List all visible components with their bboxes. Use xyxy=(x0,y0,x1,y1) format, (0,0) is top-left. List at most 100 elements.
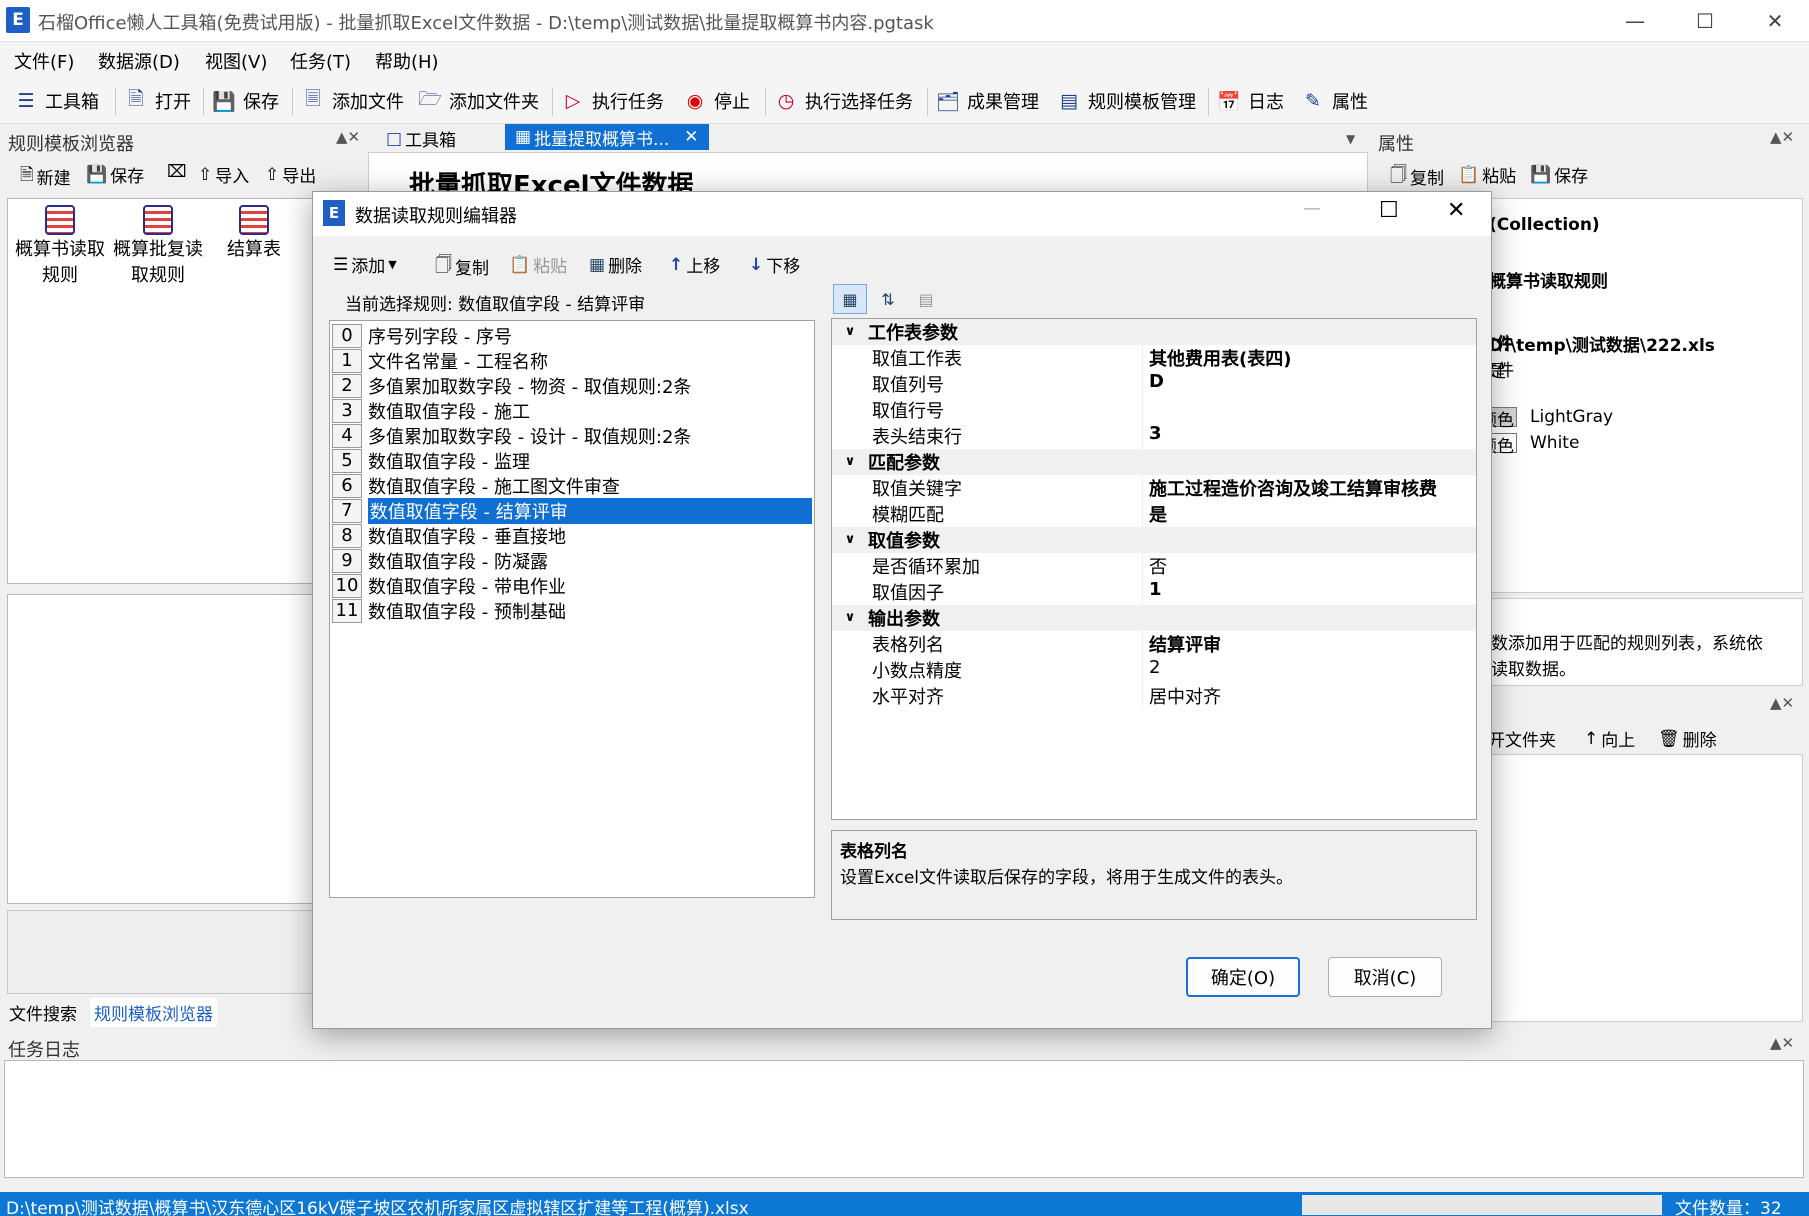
close-tab-icon[interactable]: ✕ xyxy=(684,127,698,147)
property-value[interactable]: 1 xyxy=(1142,579,1162,605)
cancel-button[interactable]: 取消(C) xyxy=(1328,957,1442,997)
list-item[interactable]: 4 多值累加取数字段 - 设计 - 取值规则:2条 xyxy=(332,423,812,448)
new-template-button[interactable]: 🗎 新建 xyxy=(20,162,71,191)
save-props-button[interactable]: 💾 保存 xyxy=(1530,162,1588,188)
add-rule-button[interactable]: ☰ 添加 ▼ xyxy=(333,252,397,278)
log-button[interactable]: 📅 日志 xyxy=(1215,84,1284,118)
maximize-button[interactable]: ☐ xyxy=(1670,0,1740,42)
copy-rule-button[interactable]: 🗍 复制 xyxy=(435,252,489,281)
delete-file-button[interactable]: 🗑 删除 xyxy=(1658,726,1717,752)
property-value[interactable]: 是 xyxy=(1142,501,1167,527)
list-item[interactable]: 8 数值取值字段 - 垂直接地 xyxy=(332,523,812,548)
property-row[interactable]: 小数点精度 2 xyxy=(832,657,1476,683)
open-button[interactable]: 🗎 打开 xyxy=(122,84,191,118)
property-value[interactable]: 2 xyxy=(1142,657,1160,683)
tab-batch-extract[interactable]: ▦ 批量提取概算书... ✕ xyxy=(505,124,709,150)
close-button[interactable]: ✕ xyxy=(1447,198,1465,223)
property-row[interactable]: 模糊匹配 是 xyxy=(832,501,1476,527)
property-value[interactable]: D xyxy=(1142,371,1164,397)
run-task-button[interactable]: ▷ 执行任务 xyxy=(559,84,664,118)
import-button[interactable]: ⇧ 导入 xyxy=(198,162,249,188)
pin-icon[interactable]: ▲✕ xyxy=(1770,694,1794,712)
paste-button[interactable]: 📋 粘贴 xyxy=(1458,162,1516,188)
stop-button[interactable]: ◉ 停止 xyxy=(681,84,750,118)
up-button[interactable]: ↑ 向上 xyxy=(1584,726,1635,752)
menu-view[interactable]: 视图(V) xyxy=(205,48,267,74)
property-category[interactable]: ∨ 匹配参数 xyxy=(832,449,1476,475)
property-category[interactable]: ∨ 工作表参数 xyxy=(832,319,1476,345)
property-row[interactable]: 取值关键字 施工过程造价咨询及竣工结算审核费 xyxy=(832,475,1476,501)
property-row[interactable]: 取值列号 D xyxy=(832,371,1476,397)
delete-template-icon[interactable]: ⌧ xyxy=(167,162,187,182)
pin-icon[interactable]: ▲✕ xyxy=(336,128,360,146)
property-value[interactable]: 结算评审 xyxy=(1142,631,1221,657)
add-file-button[interactable]: 🗏 添加文件 xyxy=(299,84,404,118)
save-button[interactable]: 💾 保存 xyxy=(210,84,279,118)
property-value[interactable]: 居中对齐 xyxy=(1142,683,1221,709)
list-item-selected[interactable]: 7 数值取值字段 - 结算评审 xyxy=(332,497,812,524)
copy-button[interactable]: 🗍 复制 xyxy=(1390,162,1444,191)
results-button[interactable]: 🗂 成果管理 xyxy=(934,84,1039,118)
list-item[interactable]: 1 文件名常量 - 工程名称 xyxy=(332,348,812,373)
move-up-button[interactable]: ↑ 上移 xyxy=(669,252,720,278)
menu-help[interactable]: 帮助(H) xyxy=(375,48,439,74)
property-row[interactable]: 取值工作表 其他费用表(表四) xyxy=(832,345,1476,371)
property-row[interactable]: 表格列名 结算评审 xyxy=(832,631,1476,657)
list-item[interactable]: 5 数值取值字段 - 监理 xyxy=(332,448,812,473)
tab-dropdown-icon[interactable]: ▼ xyxy=(1346,132,1355,146)
property-row[interactable]: 表头结束行 3 xyxy=(832,423,1476,449)
property-value[interactable] xyxy=(1142,397,1149,423)
export-button[interactable]: ⇧ 导出 xyxy=(265,162,316,188)
ok-button[interactable]: 确定(O) xyxy=(1186,957,1300,997)
tab-toolbox[interactable]: □ 工具箱 xyxy=(386,126,456,152)
tab-file-search[interactable]: 文件搜索 xyxy=(9,1000,77,1025)
list-item[interactable]: 0 序号列字段 - 序号 xyxy=(332,323,812,348)
run-selected-task-button[interactable]: ◷ 执行选择任务 xyxy=(772,84,913,118)
list-item[interactable]: 2 多值累加取数字段 - 物资 - 取值规则:2条 xyxy=(332,373,812,398)
template-manage-button[interactable]: ▤ 规则模板管理 xyxy=(1055,84,1196,118)
save-template-button[interactable]: 💾 保存 xyxy=(86,162,144,188)
property-category[interactable]: ∨ 输出参数 xyxy=(832,605,1476,631)
property-value[interactable]: 施工过程造价咨询及竣工结算审核费 xyxy=(1142,475,1437,501)
property-value[interactable]: 3 xyxy=(1142,423,1162,449)
menu-file[interactable]: 文件(F) xyxy=(14,48,74,74)
minimize-button[interactable]: — xyxy=(1303,198,1321,219)
chevron-down-icon[interactable]: ∨ xyxy=(832,605,868,631)
paste-rule-button[interactable]: 📋 粘贴 xyxy=(509,252,567,278)
open-folder-button[interactable]: 开文件夹 xyxy=(1488,726,1556,751)
template-item[interactable]: 概算书读取规则 xyxy=(12,205,108,289)
minimize-button[interactable]: — xyxy=(1600,0,1670,42)
property-row[interactable]: 取值因子 1 xyxy=(832,579,1476,605)
property-row[interactable]: 水平对齐 居中对齐 xyxy=(832,683,1476,709)
categorized-view-icon[interactable]: ▦ xyxy=(833,284,867,314)
list-item[interactable]: 10 数值取值字段 - 带电作业 xyxy=(332,573,812,598)
property-pages-icon[interactable]: ▤ xyxy=(909,284,943,314)
list-item[interactable]: 3 数值取值字段 - 施工 xyxy=(332,398,812,423)
property-row[interactable]: 取值行号 xyxy=(832,397,1476,423)
property-category[interactable]: ∨ 取值参数 xyxy=(832,527,1476,553)
close-button[interactable]: ✕ xyxy=(1740,0,1809,42)
list-item[interactable]: 11 数值取值字段 - 预制基础 xyxy=(332,598,812,623)
property-value[interactable]: 其他费用表(表四) xyxy=(1142,345,1291,371)
sort-alpha-icon[interactable]: ⇅ xyxy=(871,284,905,314)
tab-template-browser[interactable]: 规则模板浏览器 xyxy=(90,998,217,1027)
delete-rule-button[interactable]: ▦ 删除 xyxy=(589,252,642,278)
list-item[interactable]: 6 数值取值字段 - 施工图文件审查 xyxy=(332,473,812,498)
maximize-button[interactable]: ☐ xyxy=(1379,198,1399,223)
property-value[interactable]: 否 xyxy=(1142,553,1167,579)
template-item[interactable]: 概算批复读取规则 xyxy=(110,205,206,289)
chevron-down-icon[interactable]: ∨ xyxy=(832,527,868,553)
menu-datasource[interactable]: 数据源(D) xyxy=(98,48,180,74)
menu-task[interactable]: 任务(T) xyxy=(290,48,351,74)
pin-icon[interactable]: ▲✕ xyxy=(1770,128,1794,146)
toolbox-button[interactable]: ☰ 工具箱 xyxy=(12,84,99,118)
property-row[interactable]: 是否循环累加 否 xyxy=(832,553,1476,579)
move-down-button[interactable]: ↓ 下移 xyxy=(749,252,800,278)
chevron-down-icon[interactable]: ∨ xyxy=(832,449,868,475)
pin-icon[interactable]: ▲✕ xyxy=(1770,1034,1794,1052)
add-folder-button[interactable]: 🗁 添加文件夹 xyxy=(416,84,539,118)
properties-button[interactable]: ✎ 属性 xyxy=(1299,84,1368,118)
list-item[interactable]: 9 数值取值字段 - 防凝露 xyxy=(332,548,812,573)
chevron-down-icon[interactable]: ∨ xyxy=(832,319,868,345)
template-item[interactable]: 结算表 xyxy=(206,205,302,263)
